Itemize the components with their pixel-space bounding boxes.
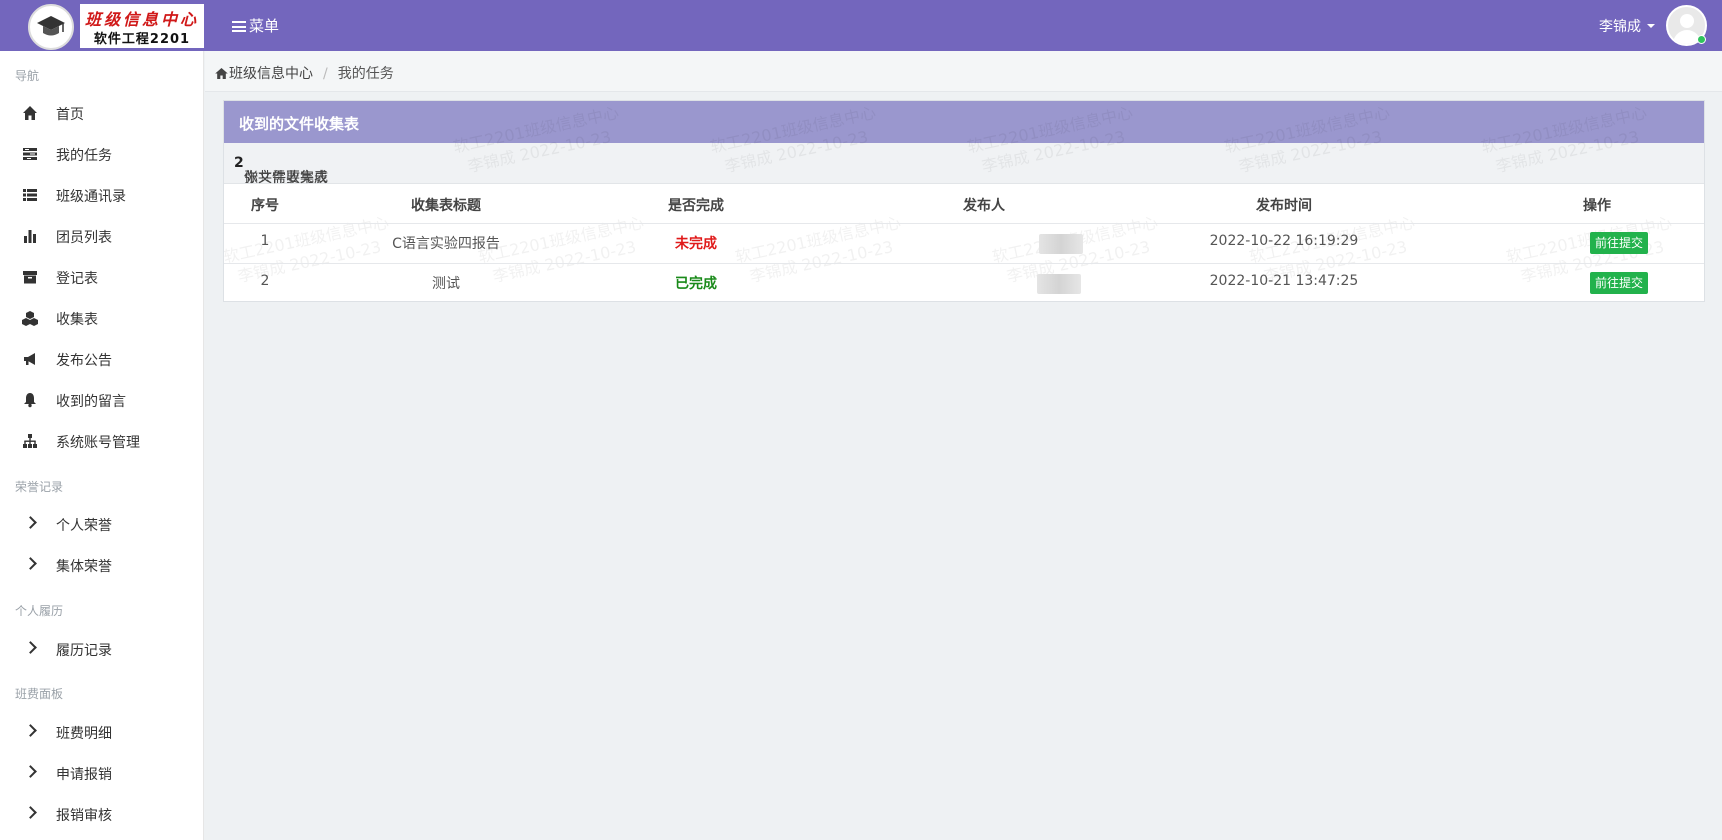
menu-toggle-button[interactable]: 菜单	[232, 15, 279, 36]
summary-suffix: 张文件收集表	[244, 170, 328, 186]
chevron-right-icon	[24, 765, 37, 778]
sidebar-item-label: 首页	[56, 107, 84, 123]
sidebar-item-label: 班级通讯录	[56, 189, 126, 205]
school-seal-icon	[28, 4, 74, 50]
chevron-right-icon	[24, 806, 37, 819]
sidebar-item-label: 班费明细	[56, 726, 112, 742]
sidebar-item-label: 申请报销	[56, 767, 112, 783]
breadcrumb-home-label: 班级信息中心	[229, 66, 313, 82]
online-status-icon	[1697, 35, 1706, 44]
row-title: 测试	[432, 276, 460, 292]
column-header-index: 序号	[251, 198, 279, 214]
chevron-right-icon	[24, 516, 37, 529]
sidebar-section-title: 荣誉记录	[15, 480, 64, 494]
logo-text: 班级信息中心 软件工程2201	[80, 4, 204, 48]
row-index: 1	[260, 233, 270, 249]
bell-icon	[24, 393, 36, 408]
sidebar-section-title: 导航	[15, 69, 40, 83]
chevron-right-icon	[24, 557, 37, 570]
sidebar-item-label: 发布公告	[56, 353, 112, 369]
menu-label: 菜单	[249, 17, 280, 35]
column-header-publisher: 发布人	[963, 198, 1005, 214]
table-divider	[224, 263, 1704, 264]
sidebar-item-class-contacts[interactable]: 班级通讯录	[0, 178, 204, 212]
column-header-status: 是否完成	[668, 198, 724, 214]
sidebar-item-publish-notice[interactable]: 发布公告	[0, 342, 204, 376]
sidebar-item-resume-records[interactable]: 履历记录	[0, 632, 204, 666]
breadcrumb-home-link[interactable]: 班级信息中心	[215, 66, 313, 82]
sidebar-item-label: 报销审核	[56, 808, 112, 824]
sidebar-item-label: 登记表	[56, 271, 98, 287]
home-icon	[23, 106, 37, 120]
row-index: 2	[260, 273, 270, 289]
submit-button[interactable]: 前往提交	[1590, 232, 1649, 254]
chevron-right-icon	[24, 724, 37, 737]
sidebar-item-label: 系统账号管理	[56, 435, 140, 451]
cubes-icon	[22, 311, 38, 326]
archive-icon	[23, 271, 37, 284]
sidebar-item-reimbursement-review[interactable]: 报销审核	[0, 797, 204, 831]
sidebar-item-member-list[interactable]: 团员列表	[0, 219, 204, 253]
sidebar-item-register-form[interactable]: 登记表	[0, 260, 204, 294]
panel-header: 收到的文件收集表	[224, 101, 1704, 143]
logo-title: 班级信息中心	[84, 10, 199, 29]
list-icon	[23, 189, 37, 201]
sitemap-icon	[23, 434, 37, 448]
home-icon	[215, 68, 228, 79]
column-header-time: 发布时间	[1256, 198, 1312, 214]
panel-title: 收到的文件收集表	[239, 115, 360, 133]
sidebar-item-label: 收到的留言	[56, 394, 126, 410]
site-logo[interactable]: 班级信息中心 软件工程2201	[28, 4, 204, 50]
sidebar-item-received-messages[interactable]: 收到的留言	[0, 383, 204, 417]
sidebar-section-title: 个人履历	[15, 604, 64, 618]
bullhorn-icon	[24, 353, 35, 365]
row-publisher-blurred	[1037, 274, 1081, 294]
submit-button[interactable]: 前往提交	[1590, 272, 1649, 294]
sidebar-item-label: 团员列表	[56, 230, 112, 246]
logo-subtitle: 软件工程2201	[93, 32, 191, 47]
row-publisher-blurred	[1039, 234, 1083, 254]
row-status-badge: 未完成	[675, 236, 717, 252]
sidebar-item-apply-reimbursement[interactable]: 申请报销	[0, 756, 204, 790]
row-title: C语言实验四报告	[392, 236, 500, 252]
sidebar-item-label: 履历记录	[56, 643, 112, 659]
task-summary: 你共需要完成 2 张文件收集表	[224, 143, 1704, 186]
summary-count: 2	[234, 155, 244, 171]
sidebar-item-collection-form[interactable]: 收集表	[0, 301, 204, 335]
sidebar-item-home[interactable]: 首页	[0, 96, 204, 130]
breadcrumb-separator: /	[323, 66, 328, 82]
sidebar-item-personal-honors[interactable]: 个人荣誉	[0, 507, 204, 541]
menu-icon	[232, 21, 246, 32]
sidebar-item-label: 个人荣誉	[56, 518, 112, 534]
user-menu-dropdown[interactable]: 李锦成	[1599, 16, 1655, 36]
sidebar-item-group-honors[interactable]: 集体荣誉	[0, 548, 204, 582]
row-time: 2022-10-22 16:19:29	[1209, 233, 1359, 249]
tasks-icon	[23, 148, 37, 160]
bar-chart-icon	[24, 230, 36, 243]
column-header-title: 收集表标题	[411, 198, 481, 214]
table-divider	[224, 223, 1704, 224]
chevron-right-icon	[24, 641, 37, 654]
breadcrumb: 班级信息中心 / 我的任务	[205, 51, 1722, 92]
sidebar: 导航 首页 我的任务 班级通讯录 团员列表 登记表 收集表 发布公告 收到的留言…	[0, 51, 204, 840]
caret-down-icon	[1647, 24, 1655, 28]
sidebar-item-account-management[interactable]: 系统账号管理	[0, 424, 204, 458]
collection-forms-panel: 收到的文件收集表 你共需要完成 2 张文件收集表 软工2201班级信息中心 李锦成 …	[223, 100, 1705, 302]
row-time: 2022-10-21 13:47:25	[1209, 273, 1359, 289]
sidebar-item-class-fee-details[interactable]: 班费明细	[0, 715, 204, 749]
sidebar-section-title: 班费面板	[15, 687, 64, 701]
top-navbar: 班级信息中心 软件工程2201 菜单 李锦成	[0, 0, 1722, 51]
sidebar-item-my-tasks[interactable]: 我的任务	[0, 137, 204, 171]
column-header-action: 操作	[1583, 198, 1611, 214]
user-name: 李锦成	[1599, 19, 1641, 35]
sidebar-item-label: 集体荣誉	[56, 559, 112, 575]
sidebar-item-label: 我的任务	[56, 148, 112, 164]
sidebar-item-label: 收集表	[56, 312, 98, 328]
row-status-badge: 已完成	[675, 276, 717, 292]
breadcrumb-current: 我的任务	[337, 66, 394, 82]
